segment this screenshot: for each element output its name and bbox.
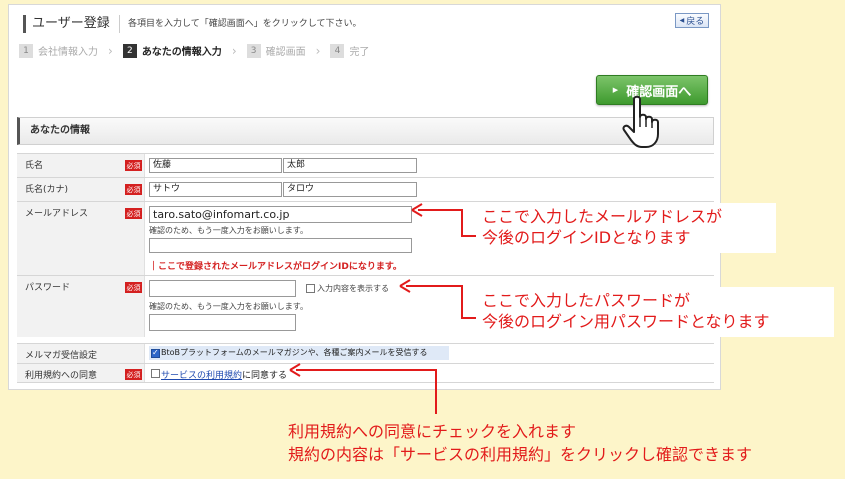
step-label: あなたの情報入力: [141, 47, 222, 58]
password-confirm-note: 確認のため、もう一度入力をお願いします。: [149, 302, 308, 311]
back-button[interactable]: ◀ 戻る: [675, 13, 709, 28]
page-title: ユーザー登録: [23, 15, 110, 33]
annotation-line: 今後のログイン用パスワードとなります: [482, 311, 770, 331]
left-triangle-icon: ◀: [679, 17, 685, 24]
password-confirm-input[interactable]: [149, 314, 296, 331]
step-number: 4: [330, 43, 345, 58]
play-triangle-icon: ▶: [612, 86, 619, 94]
mailmag-checkbox[interactable]: [151, 348, 160, 358]
step-label: 確認画面: [265, 47, 306, 58]
email-confirm-note: 確認のため、もう一度入力をお願いします。: [149, 226, 308, 235]
first-name-kana-input[interactable]: タロウ: [283, 182, 417, 197]
step-1: 1 会社情報入力: [19, 43, 98, 58]
email-confirm-input[interactable]: [149, 238, 412, 253]
step-2: 2 あなたの情報入力: [122, 43, 222, 58]
annotation-line: 今後のログインIDとなります: [482, 227, 691, 247]
agree-annotation: 利用規約への同意にチェックを入れます 規約の内容は「サービスの利用規約」をクリッ…: [288, 420, 752, 466]
agree-checkbox[interactable]: [151, 369, 160, 378]
step-number: 3: [246, 43, 261, 58]
field-label: メルマガ受信設定: [17, 344, 145, 363]
show-password-checkbox[interactable]: [306, 284, 315, 293]
email-annotation: ここで入力したメールアドレスが 今後のログインIDとなります: [476, 203, 776, 253]
required-badge: 必須: [125, 369, 142, 380]
step-4: 4 完了: [330, 43, 369, 58]
login-id-warning: ｜ここで登録されたメールアドレスがログインIDになります。: [149, 262, 402, 272]
show-password-label: 入力内容を表示する: [317, 284, 389, 293]
required-badge: 必須: [125, 160, 142, 171]
mailmag-text: BtoBプラットフォームのメールマガジンや、各種ご案内メールを受信する: [161, 348, 428, 357]
back-button-label: 戻る: [686, 17, 705, 27]
step-label: 完了: [349, 47, 370, 58]
section-header: あなたの情報: [17, 117, 714, 145]
last-name-input[interactable]: 佐藤: [149, 158, 282, 173]
pointer-hand-icon: [622, 95, 659, 148]
email-input[interactable]: taro.sato@infomart.co.jp: [149, 206, 412, 223]
chevron-right-icon: ›: [108, 43, 113, 58]
required-badge: 必須: [125, 208, 142, 219]
annotation-line: ここで入力したメールアドレスが: [482, 207, 723, 226]
chevron-right-icon: ›: [315, 43, 321, 58]
form-row-agree: 利用規約への同意 必須 サービスの利用規約に同意する: [17, 363, 714, 383]
form-row-name: 氏名 必須 佐藤 太郎: [17, 153, 714, 177]
terms-of-service-link[interactable]: サービスの利用規約: [161, 371, 242, 381]
agree-suffix: に同意する: [242, 371, 288, 381]
step-indicator: 1 会社情報入力 › 2 あなたの情報入力 › 3 確認画面 › 4 完了: [19, 43, 369, 58]
annotation-line: 規約の内容は「サービスの利用規約」をクリックし確認できます: [288, 445, 753, 465]
first-name-input[interactable]: 太郎: [283, 158, 417, 173]
step-3: 3 確認画面: [246, 43, 306, 58]
last-name-kana-input[interactable]: サトウ: [149, 182, 282, 197]
annotation-line: 利用規約への同意にチェックを入れます: [288, 422, 577, 441]
step-number: 2: [122, 43, 137, 58]
form-row-kana: 氏名(カナ) 必須 サトウ タロウ: [17, 177, 714, 201]
password-annotation: ここで入力したパスワードが 今後のログイン用パスワードとなります: [476, 287, 834, 337]
step-label: 会社情報入力: [38, 47, 98, 58]
password-input[interactable]: [149, 280, 296, 297]
form-row-mailmag: メルマガ受信設定 BtoBプラットフォームのメールマガジンや、各種ご案内メールを…: [17, 343, 714, 363]
required-badge: 必須: [125, 184, 142, 195]
annotation-line: ここで入力したパスワードが: [482, 291, 691, 310]
agree-text: サービスの利用規約に同意する: [161, 368, 287, 381]
required-badge: 必須: [125, 282, 142, 293]
chevron-right-icon: ›: [231, 43, 237, 58]
step-number: 1: [19, 43, 33, 58]
page-description: 各項目を入力して「確認画面へ」をクリックして下さい。: [119, 15, 361, 33]
